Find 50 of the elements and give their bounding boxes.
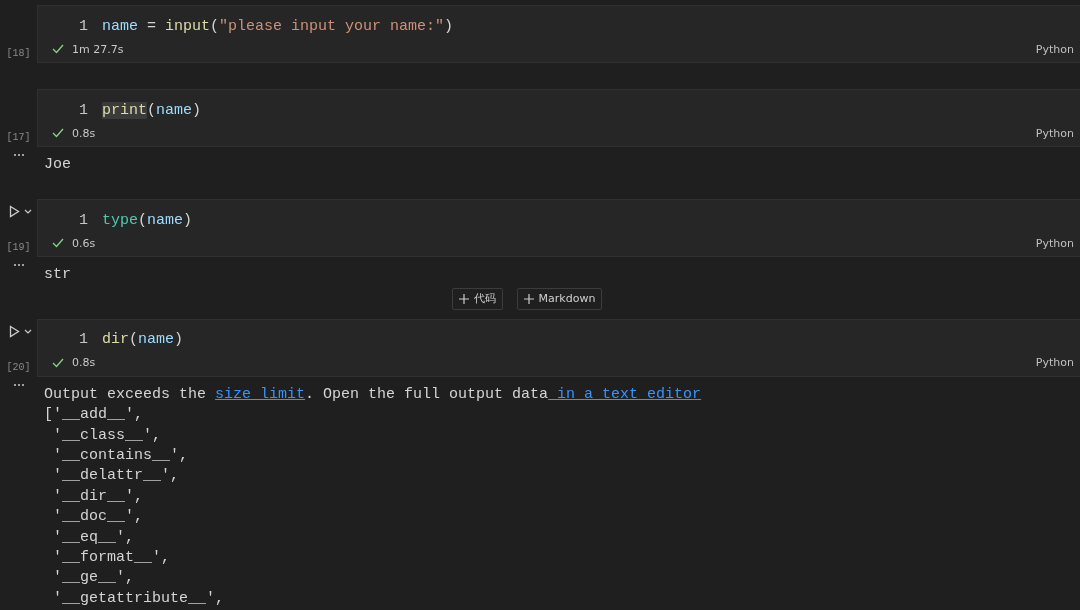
chevron-down-icon[interactable] [24,328,32,334]
code-editor[interactable]: 1 type(name) 0.6s Python [37,199,1080,258]
output-line: '__ge__', [52,568,135,589]
more-icon[interactable] [12,382,25,387]
language-label[interactable]: Python [1035,236,1074,250]
link[interactable]: size limit [215,385,306,403]
link[interactable]: in a text editor [548,385,702,403]
execution-time: 0.8s [72,126,96,140]
output-notice: Output exceeds the size limit. Open the full output data in a text editor [44,384,703,405]
execution-time: 1m 27.7s [72,42,124,56]
code-line: print(name) [102,101,202,119]
chevron-down-icon[interactable] [24,209,32,215]
code-line: name = input("please input your name:") [102,17,454,35]
more-icon[interactable] [12,263,25,268]
run-icon[interactable] [9,205,20,219]
language-label[interactable]: Python [1035,126,1074,140]
code-line: dir(name) [102,331,184,349]
code-editor[interactable]: 1 name = input("please input your name:") 1m 27.7s Python [37,5,1080,63]
plus-icon [523,293,534,304]
execution-count: [20] [6,361,31,373]
execution-time: 0.6s [72,236,96,250]
code-editor[interactable]: 1 print(name) 0.8s Python [37,89,1080,147]
output-line: '__eq__', [52,527,135,548]
execution-time: 0.8s [72,356,96,370]
code-line: type(name) [102,211,193,229]
execution-count: [17] [6,132,31,143]
add-cell-button[interactable]: 代码 [451,287,503,310]
output-line: '__class__', [52,425,163,446]
output-line: '__doc__', [52,507,145,528]
line-number: 1 [78,331,89,349]
output-line: '__dir__', [52,486,145,507]
output-line: ['__add__', [44,405,145,426]
execution-count: [18] [6,48,31,59]
plus-icon [458,293,469,304]
language-label[interactable]: Python [1035,42,1074,56]
output-line: '__delattr__', [52,466,181,487]
line-number: 1 [78,211,89,229]
execution-count: [19] [6,242,31,254]
more-icon[interactable] [12,153,25,157]
run-icon[interactable] [9,324,20,338]
line-number: 1 [78,101,89,119]
output-line: '__getattribute__', [52,588,226,609]
line-number: 1 [78,17,89,35]
output-line: '__contains__', [52,446,190,467]
output-line: str [44,265,72,286]
add-cell-button[interactable]: Markdown [516,287,603,310]
code-editor[interactable]: 1 dir(name) 0.8s Python [37,318,1080,377]
output-line: Joe [44,155,72,175]
language-label[interactable]: Python [1035,356,1074,370]
output-line: '__format__', [52,548,172,569]
